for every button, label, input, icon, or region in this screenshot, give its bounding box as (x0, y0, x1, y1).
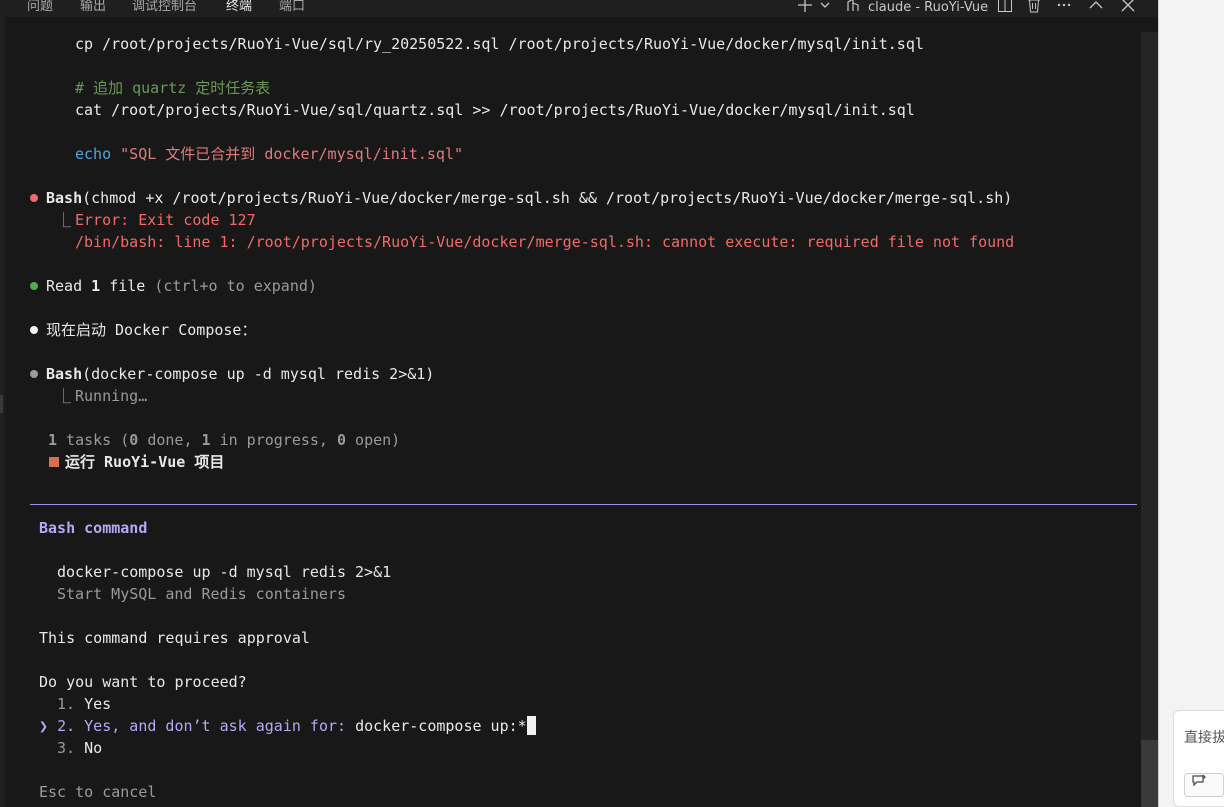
tab-output[interactable]: 输出 (80, 0, 106, 17)
option-number: 3. (57, 739, 85, 757)
task-item: 运行 RuoYi-Vue 项目 (49, 451, 224, 473)
tool-name: Bash (46, 189, 83, 207)
trash-icon[interactable] (1026, 0, 1042, 17)
panel-header: 问题 输出 调试控制台 终端 端口 claude - RuoYi-Vue (0, 0, 1158, 18)
bash-call-1: Bash(chmod +x /root/projects/RuoYi-Vue/d… (30, 187, 1012, 209)
tasks-label: in progress, (210, 431, 337, 449)
tool-name: Bash (46, 365, 83, 383)
message-text: 现在启动 Docker Compose： (46, 321, 257, 339)
sash-handle[interactable] (0, 395, 3, 413)
tasks-summary: 1 tasks (0 done, 1 in progress, 0 open) (48, 429, 400, 451)
terminal-output[interactable]: cp /root/projects/RuoYi-Vue/sql/ry_20250… (5, 17, 1158, 807)
scrollbar-thumb[interactable] (1141, 740, 1158, 807)
selector-icon: ❯ (39, 717, 49, 735)
prompt-divider (30, 504, 1137, 505)
tool-args: (docker-compose up -d mysql redis 2>&1) (82, 365, 435, 383)
approval-notice: This command requires approval (39, 629, 310, 647)
echo-string: "SQL 文件已合并到 docker/mysql/init.sql" (120, 145, 464, 163)
read-count: 1 (91, 277, 101, 295)
proceed-question: Do you want to proceed? (39, 673, 247, 691)
error-message: /bin/bash: line 1: /root/projects/RuoYi-… (75, 233, 1015, 251)
close-icon[interactable] (1120, 0, 1136, 17)
cancel-hint: Esc to cancel (39, 783, 157, 801)
expand-hint: (ctrl+o to expand) (145, 277, 317, 295)
error-status-dot (30, 194, 38, 202)
chevron-up-icon[interactable] (1088, 0, 1104, 17)
terminal-instance-name[interactable]: claude - RuoYi-Vue (868, 0, 988, 16)
side-action-button[interactable] (1184, 773, 1224, 797)
prompt-title: Bash command (39, 519, 148, 537)
more-icon[interactable] (1056, 0, 1072, 17)
tasks-done: 0 (129, 431, 139, 449)
tasks-label: tasks ( (57, 431, 130, 449)
tasks-label: open) (346, 431, 401, 449)
bash-call-2: Bash(docker-compose up -d mysql redis 2>… (30, 363, 434, 385)
option-value: docker-compose up:* (355, 717, 527, 735)
echo-command: echo (75, 145, 112, 163)
terminal-scrollbar[interactable] (1141, 32, 1158, 807)
tasks-count: 1 (48, 431, 58, 449)
option-label: 2. Yes, and don’t ask again for: (57, 717, 356, 735)
tasks-in-progress: 1 (201, 431, 211, 449)
result-branch-icon: ⎿ (56, 387, 72, 405)
read-file-line[interactable]: Read 1 file (ctrl+o to expand) (30, 275, 317, 297)
side-card-text: 直接拔 (1184, 730, 1224, 746)
tool-args: (chmod +x /root/projects/RuoYi-Vue/docke… (82, 189, 1013, 207)
running-status: Running… (75, 387, 148, 405)
tasks-open: 0 (337, 431, 347, 449)
option-no[interactable]: 3. No (57, 737, 102, 759)
script-comment-line: # 追加 quartz 定时任务表 (75, 79, 271, 97)
script-cp-line: cp /root/projects/RuoYi-Vue/sql/ry_20250… (75, 35, 924, 53)
assistant-message: 现在启动 Docker Compose： (30, 319, 256, 341)
tab-terminal[interactable]: 终端 (221, 0, 257, 18)
read-label: Read (46, 277, 92, 295)
prompt-description: Start MySQL and Redis containers (57, 585, 346, 603)
tab-ports[interactable]: 端口 (279, 0, 305, 17)
repost-icon (1192, 774, 1206, 787)
tasks-label: done, (138, 431, 202, 449)
chevron-down-icon[interactable] (819, 0, 831, 17)
script-cat-line: cat /root/projects/RuoYi-Vue/sql/quartz.… (75, 101, 915, 119)
pending-status-dot (30, 370, 38, 378)
plus-icon[interactable] (797, 0, 813, 17)
tab-debug-console[interactable]: 调试控制台 (132, 0, 197, 17)
prompt-command: docker-compose up -d mysql redis 2>&1 (57, 563, 392, 581)
terminal-icon (845, 0, 861, 17)
text-cursor (526, 716, 536, 735)
task-in-progress-icon (49, 457, 59, 467)
task-label: 运行 RuoYi-Vue 项目 (65, 453, 225, 471)
side-panel (1158, 0, 1224, 807)
option-number: 1. (57, 695, 85, 713)
tab-problems[interactable]: 问题 (27, 0, 53, 17)
option-yes-dont-ask[interactable]: ❯ 2. Yes, and don’t ask again for: docke… (39, 715, 536, 737)
message-dot (30, 326, 38, 334)
option-yes[interactable]: 1. Yes (57, 693, 111, 715)
read-suffix: file (100, 277, 146, 295)
split-icon[interactable] (997, 0, 1013, 17)
success-status-dot (30, 282, 38, 290)
error-exit-code: Error: Exit code 127 (75, 211, 256, 229)
result-branch-icon: ⎿ (56, 211, 72, 229)
script-echo-line: echo "SQL 文件已合并到 docker/mysql/init.sql" (75, 143, 463, 165)
